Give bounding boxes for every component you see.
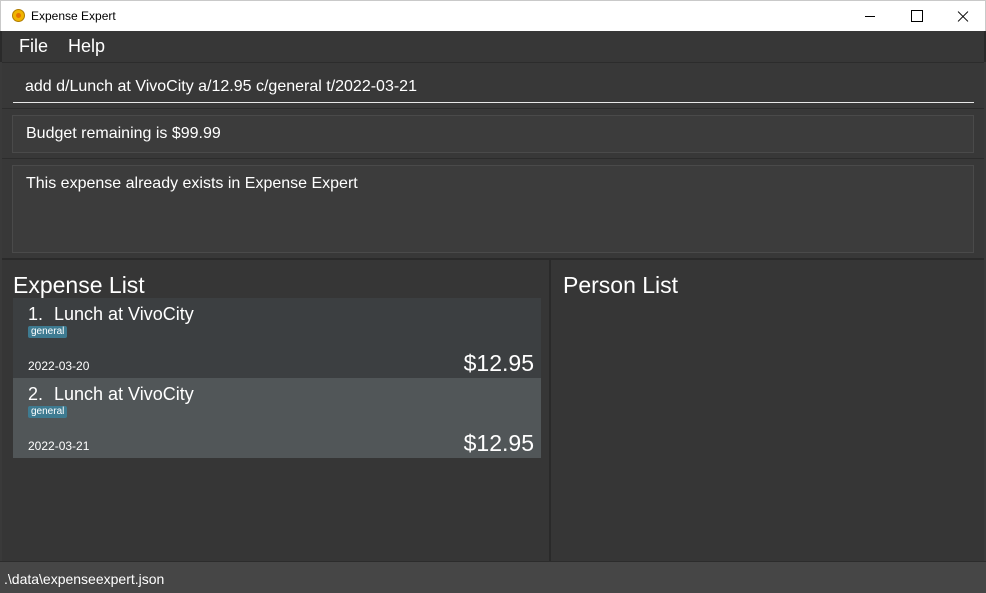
person-list-heading: Person List: [563, 272, 679, 298]
expense-index: 2.: [28, 384, 44, 404]
menu-file[interactable]: File: [19, 36, 48, 57]
expense-date: 2022-03-21: [28, 439, 90, 453]
window-title: Expense Expert: [31, 9, 116, 23]
title-bar: Expense Expert: [0, 0, 986, 31]
data-file-path: .\data\expenseexpert.json: [4, 571, 165, 587]
expense-card[interactable]: 1. Lunch at VivoCity general 2022-03-20 …: [13, 298, 541, 378]
result-display-text[interactable]: This expense already exists in Expense E…: [12, 165, 974, 253]
expense-list-panel: Expense List 1. Lunch at VivoCity genera…: [2, 260, 551, 561]
result-display-panel: This expense already exists in Expense E…: [2, 158, 984, 258]
status-bar: .\data\expenseexpert.json: [0, 561, 986, 593]
lists-area: Expense List 1. Lunch at VivoCity genera…: [2, 258, 984, 561]
expense-amount: $12.95: [463, 430, 534, 456]
expense-category-tag: general: [28, 326, 68, 338]
expense-date: 2022-03-20: [28, 359, 90, 373]
person-list-panel: Person List: [553, 260, 984, 561]
expense-card[interactable]: 2. Lunch at VivoCity general 2022-03-21 …: [13, 378, 541, 458]
expense-description: Lunch at VivoCity: [54, 304, 194, 324]
budget-panel: Budget remaining is $99.99: [2, 108, 984, 158]
expense-list-heading: Expense List: [13, 272, 145, 298]
command-box: [2, 62, 984, 108]
budget-remaining-text: Budget remaining is $99.99: [12, 115, 974, 153]
menu-help[interactable]: Help: [68, 36, 105, 57]
expense-amount: $12.95: [463, 350, 534, 376]
minimize-button[interactable]: [847, 1, 893, 31]
close-button[interactable]: [939, 1, 985, 31]
maximize-button[interactable]: [893, 1, 939, 31]
expense-index: 1.: [28, 304, 44, 324]
command-input[interactable]: [13, 71, 974, 103]
menu-bar: File Help: [0, 31, 986, 62]
expense-category-tag: general: [28, 406, 68, 418]
app-logo-icon: [12, 9, 25, 22]
expense-description: Lunch at VivoCity: [54, 384, 194, 404]
